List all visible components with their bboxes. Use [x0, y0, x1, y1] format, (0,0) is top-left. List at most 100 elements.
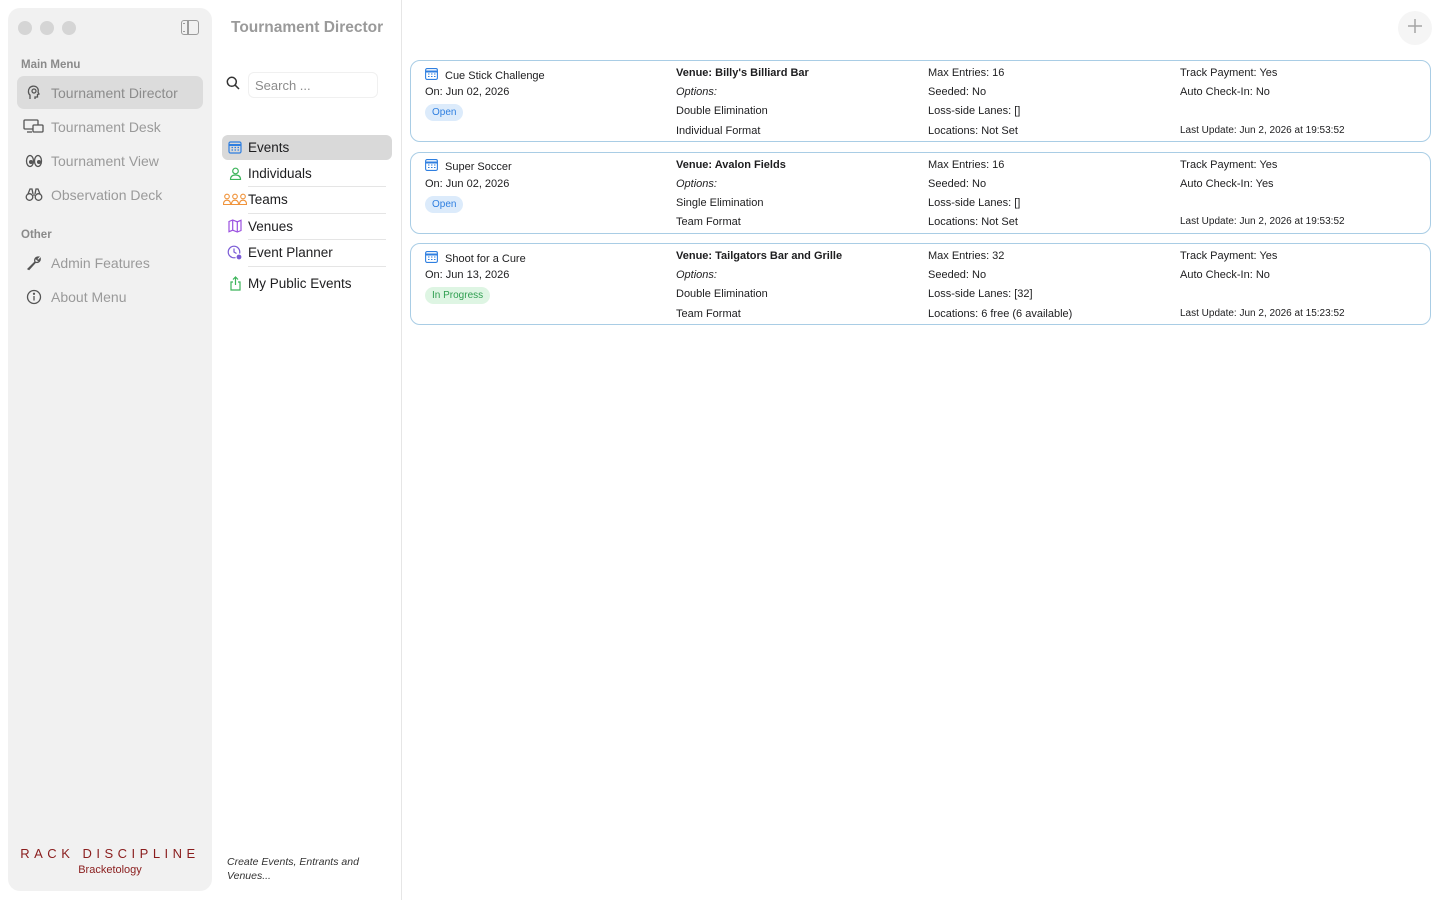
event-auto-checkin: Auto Check-In: No: [1180, 86, 1270, 99]
event-max-entries: Max Entries: 16: [928, 67, 1005, 79]
calendar-icon: [425, 159, 438, 175]
status-badge: Open: [425, 104, 464, 122]
brand-logo: RACK DISCIPLINE Bracketology: [8, 846, 212, 876]
event-date: On: Jun 02, 2026: [425, 86, 510, 99]
event-format: Team Format: [676, 307, 741, 320]
event-locations: Locations: 6 free (6 available): [928, 307, 1073, 320]
category-label: Individuals: [248, 165, 312, 181]
nav-label: Admin Features: [51, 254, 150, 271]
event-options-label: Options:: [676, 269, 717, 282]
head-icon: [17, 84, 51, 101]
category-label: Teams: [248, 192, 288, 208]
event-track-payment: Track Payment: Yes: [1180, 158, 1278, 171]
nav-label: Tournament Desk: [51, 118, 161, 135]
event-name: Super Soccer: [445, 161, 512, 174]
category-venues[interactable]: Venues: [222, 214, 392, 239]
event-seeded: Seeded: No: [928, 177, 987, 190]
binoculars-icon: [17, 187, 51, 202]
planner-icon: [222, 245, 248, 261]
zoom-window-button[interactable]: [62, 21, 76, 35]
event-locations: Locations: Not Set: [928, 124, 1018, 137]
close-window-button[interactable]: [18, 21, 32, 35]
category-individuals[interactable]: Individuals: [222, 161, 392, 186]
calendar-icon: [425, 250, 438, 267]
event-auto-checkin: Auto Check-In: Yes: [1180, 177, 1274, 190]
category-label: Events: [248, 140, 290, 155]
event-settings-column: Track Payment: Yes Auto Check-In: No Las…: [1180, 66, 1345, 143]
info-icon: [17, 289, 51, 305]
event-format: Individual Format: [676, 124, 761, 137]
event-card[interactable]: Super Soccer On: Jun 02, 2026 Open Venue…: [410, 151, 1431, 235]
event-entries-column: Max Entries: 16 Seeded: No Loss-side Lan…: [928, 66, 1020, 143]
search-input[interactable]: [248, 72, 378, 98]
calendar-icon: [425, 67, 438, 84]
brand-name: RACK DISCIPLINE: [20, 846, 200, 861]
status-badge: In Progress: [425, 287, 491, 305]
sidebar-toggle-icon[interactable]: [181, 20, 199, 35]
event-loss-lanes: Loss-side Lanes: []: [928, 196, 1021, 209]
event-date: On: Jun 13, 2026: [425, 269, 510, 282]
event-venue: Venue: Tailgators Bar and Grille: [676, 250, 843, 262]
nav-admin-features[interactable]: Admin Features: [17, 246, 203, 279]
status-badge: Open: [425, 195, 464, 213]
brand-subtitle: Bracketology: [78, 864, 142, 876]
nav-tournament-view[interactable]: Tournament View: [17, 144, 203, 177]
event-date: On: Jun 02, 2026: [425, 177, 510, 190]
eyes-icon: [17, 154, 51, 168]
event-elimination: Double Elimination: [676, 105, 768, 118]
category-label: Venues: [248, 218, 294, 234]
nav-tournament-desk[interactable]: Tournament Desk: [17, 110, 203, 143]
category-panel: Tournament Director Events: [212, 0, 402, 900]
category-events[interactable]: Events: [222, 135, 392, 160]
event-card[interactable]: Shoot for a Cure On: Jun 13, 2026 In Pro…: [410, 243, 1431, 325]
event-seeded: Seeded: No: [928, 86, 987, 99]
category-my-public-events[interactable]: My Public Events: [222, 271, 392, 296]
panel-title: Tournament Director: [231, 19, 384, 36]
category-label: My Public Events: [248, 275, 352, 291]
event-venue-column: Venue: Avalon Fields Options: Single Eli…: [676, 158, 786, 235]
people-icon: [222, 193, 248, 206]
event-last-update: Last Update: Jun 2, 2026 at 19:53:52: [1180, 216, 1345, 228]
event-loss-lanes: Loss-side Lanes: []: [928, 105, 1021, 118]
event-elimination: Single Elimination: [676, 196, 764, 209]
search-bar: [226, 72, 378, 98]
event-max-entries: Max Entries: 32: [928, 250, 1005, 262]
plus-icon: [1408, 18, 1422, 38]
event-last-update: Last Update: Jun 2, 2026 at 19:53:52: [1180, 124, 1345, 136]
desk-icon: [17, 118, 51, 135]
nav-about-menu[interactable]: About Menu: [17, 280, 203, 313]
event-elimination: Double Elimination: [676, 288, 768, 301]
calendar-icon: [222, 141, 248, 154]
share-icon: [222, 276, 248, 291]
nav-label: Observation Deck: [51, 186, 163, 203]
sidebar: Main Menu Tournament Director Tournament…: [8, 8, 212, 891]
event-options-label: Options:: [676, 86, 717, 99]
category-teams[interactable]: Teams: [222, 187, 392, 212]
event-seeded: Seeded: No: [928, 269, 987, 282]
nav-observation-deck[interactable]: Observation Deck: [17, 178, 203, 211]
minimize-window-button[interactable]: [40, 21, 54, 35]
event-max-entries: Max Entries: 16: [928, 158, 1005, 171]
category-event-planner[interactable]: Event Planner: [222, 240, 392, 265]
nav-tournament-director[interactable]: Tournament Director: [17, 76, 203, 109]
category-list: Events Individuals Teams Venues Event Pl…: [222, 135, 392, 297]
window-controls: [18, 21, 76, 35]
event-venue-column: Venue: Tailgators Bar and Grille Options…: [676, 249, 842, 326]
event-venue: Venue: Avalon Fields: [676, 158, 786, 171]
event-entries-column: Max Entries: 16 Seeded: No Loss-side Lan…: [928, 158, 1020, 235]
event-track-payment: Track Payment: Yes: [1180, 67, 1278, 79]
event-options-label: Options:: [676, 177, 717, 190]
add-event-button[interactable]: [1398, 11, 1432, 45]
event-summary-column: Shoot for a Cure On: Jun 13, 2026 In Pro…: [425, 249, 526, 307]
event-name: Cue Stick Challenge: [445, 69, 545, 82]
category-label: Event Planner: [248, 245, 333, 261]
event-venue: Venue: Billy's Billiard Bar: [676, 67, 809, 79]
nav-label: Tournament Director: [51, 84, 178, 101]
event-settings-column: Track Payment: Yes Auto Check-In: Yes La…: [1180, 158, 1345, 235]
wrench-icon: [17, 255, 51, 271]
section-other: Other: [21, 229, 52, 241]
section-main-menu: Main Menu: [21, 59, 81, 71]
nav-label: Tournament View: [51, 152, 159, 169]
event-list: Cue Stick Challenge On: Jun 02, 2026 Ope…: [410, 60, 1431, 335]
event-card[interactable]: Cue Stick Challenge On: Jun 02, 2026 Ope…: [410, 60, 1431, 142]
